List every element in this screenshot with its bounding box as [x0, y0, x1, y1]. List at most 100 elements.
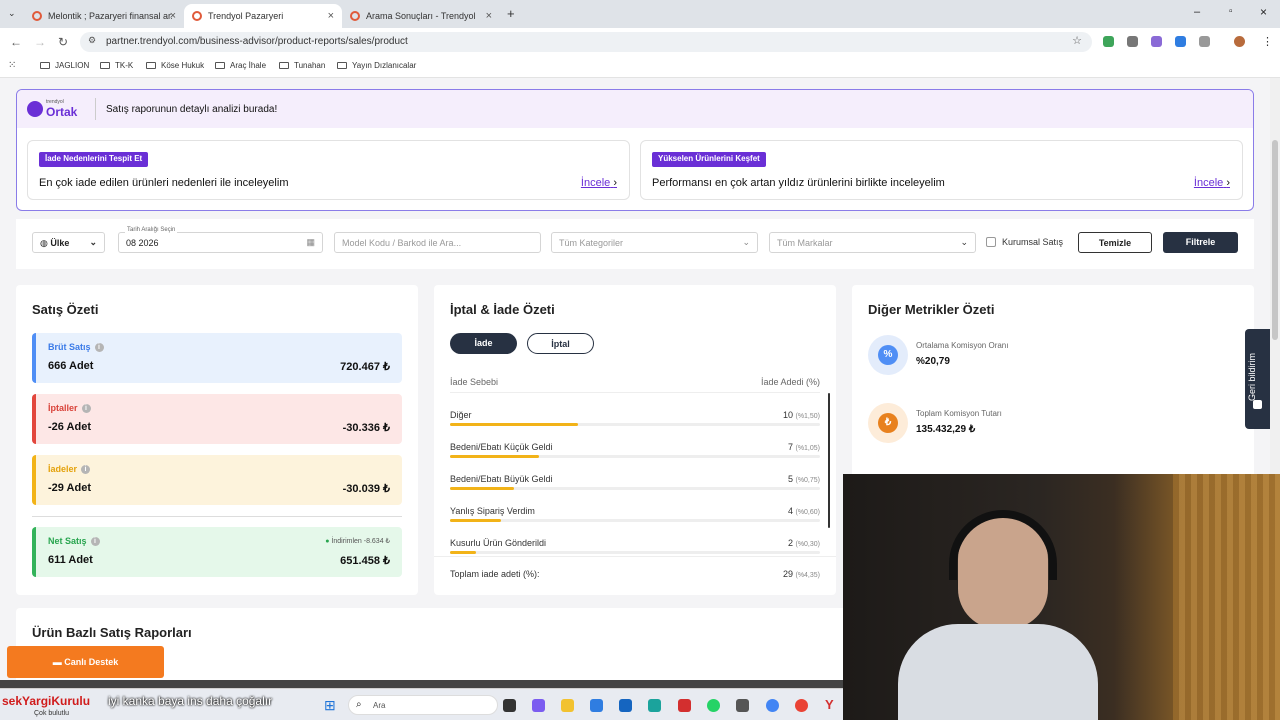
tab-arama-sonuclari[interactable]: Arama Sonuçları - Trendyol × — [342, 4, 500, 28]
extension-icon[interactable] — [1175, 36, 1186, 47]
extension-icon[interactable] — [1127, 36, 1138, 47]
incele-link[interactable]: İncele › — [1194, 177, 1230, 189]
tab-melontik[interactable]: Melontik ; Pazaryeri finansal ar... × — [24, 4, 184, 28]
total-returns-label: Toplam iade adeti (%): — [450, 569, 540, 579]
corporate-sale-label: Kurumsal Satış — [1002, 237, 1064, 247]
chrome-icon[interactable] — [766, 699, 779, 712]
return-reason-label: Yanlış Sipariş Verdim — [450, 506, 535, 516]
weather-text: Çok bulutlu — [34, 710, 70, 717]
model-search-input[interactable]: Model Kodu / Barkod ile Ara... — [334, 232, 541, 253]
card-return-reasons[interactable]: İade Nedenlerini Tespit Et En çok iade e… — [27, 140, 630, 200]
yandex-icon[interactable]: Y — [825, 697, 834, 712]
apps-icon[interactable]: ⁙ — [8, 60, 16, 71]
info-icon[interactable]: i — [81, 404, 91, 414]
bookmark-tunahan[interactable]: Tunahan — [279, 61, 325, 70]
list-scrollbar[interactable] — [828, 393, 830, 528]
brand-select[interactable]: Tüm Markalar ⌄ — [769, 232, 976, 253]
lira-icon: ₺ — [868, 403, 908, 443]
category-select[interactable]: Tüm Kategoriler ⌄ — [551, 232, 758, 253]
live-support-button[interactable]: ▬ Canlı Destek — [7, 646, 164, 678]
bookmark-tkk[interactable]: TK-K — [100, 61, 133, 70]
tab-list-icon[interactable]: ⌄ — [8, 8, 16, 19]
return-reason-label: Bedeni/Ebatı Büyük Geldi — [450, 474, 553, 484]
app-icon[interactable] — [736, 699, 749, 712]
page-scrollbar-thumb[interactable] — [1272, 140, 1278, 340]
maximize-icon[interactable]: ▫ — [1229, 6, 1233, 17]
minimize-icon[interactable]: – — [1194, 6, 1200, 18]
file-explorer-icon[interactable] — [561, 699, 574, 712]
chat-username: sekYargiKurulu — [2, 694, 91, 708]
bookmark-star-icon[interactable]: ☆ — [1072, 34, 1082, 47]
total-returns-value: 29 (%4,35) — [782, 569, 820, 579]
bookmark-kose-hukuk[interactable]: Köse Hukuk — [146, 61, 204, 70]
app-icon[interactable] — [678, 699, 691, 712]
reload-icon[interactable]: ↻ — [58, 35, 68, 49]
country-select[interactable]: ◍ Ülke ⌄ — [32, 232, 105, 253]
info-icon[interactable]: i — [90, 537, 100, 547]
return-reason-bar — [450, 519, 820, 522]
chevron-right-icon: › — [613, 177, 617, 189]
info-icon[interactable]: i — [81, 465, 91, 475]
tab-cancellations[interactable]: İptal — [527, 333, 594, 354]
menu-icon[interactable]: ⋮ — [1262, 35, 1273, 48]
close-tab-icon[interactable]: × — [328, 10, 334, 22]
close-tab-icon[interactable]: × — [486, 10, 492, 22]
favicon-icon — [32, 11, 42, 21]
tab-returns[interactable]: İade — [450, 333, 517, 354]
metric-returns: İadeler i -29 Adet -30.039 ₺ — [32, 455, 402, 505]
close-window-icon[interactable]: × — [1260, 5, 1267, 19]
task-view-icon[interactable] — [503, 699, 516, 712]
info-icon[interactable]: i — [94, 343, 104, 353]
whatsapp-icon[interactable] — [707, 699, 720, 712]
room-wall — [1173, 474, 1280, 720]
clear-button[interactable]: Temizle — [1078, 232, 1152, 253]
return-reason-label: Kusurlu Ürün Gönderildi — [450, 538, 547, 548]
globe-icon: ◍ — [40, 238, 48, 248]
site-info-icon[interactable]: ⚙ — [88, 35, 96, 46]
folder-icon — [279, 62, 289, 69]
edge-icon[interactable] — [648, 699, 661, 712]
back-icon[interactable]: ← — [10, 35, 22, 49]
corporate-sale-checkbox[interactable] — [986, 237, 996, 247]
copilot-icon[interactable] — [532, 699, 545, 712]
extension-icon[interactable] — [1151, 36, 1162, 47]
new-tab-button[interactable]: + — [507, 6, 515, 21]
close-tab-icon[interactable]: × — [170, 10, 176, 22]
favicon-icon — [192, 11, 202, 21]
forward-icon[interactable]: → — [34, 35, 46, 49]
chevron-down-icon: ⌄ — [742, 237, 750, 247]
folder-icon — [100, 62, 110, 69]
date-range-input[interactable]: Tarih Aralığı Seçin 08 2026 ▦ — [118, 227, 323, 253]
divider — [32, 516, 402, 517]
favicon-icon — [350, 11, 360, 21]
tab-trendyol-pazaryeri[interactable]: Trendyol Pazaryeri × — [184, 4, 342, 28]
extension-icon[interactable] — [1103, 36, 1114, 47]
card-text: Performansı en çok artan yıldız ürünleri… — [652, 177, 945, 189]
bookmark-jaglion[interactable]: JAGLION — [40, 61, 89, 70]
profile-avatar[interactable] — [1234, 36, 1245, 47]
metric-cancellations: İptaller i -26 Adet -30.336 ₺ — [32, 394, 402, 444]
trendyol-ortak-logo: trendyol Ortak — [27, 99, 91, 119]
folder-icon — [40, 62, 50, 69]
extensions-puzzle-icon[interactable] — [1199, 36, 1210, 47]
bookmarks-bar: ⁙ JAGLION TK-K Köse Hukuk Araç İhale Tun… — [0, 56, 1280, 78]
windows-start-icon[interactable]: ⊞ — [324, 697, 336, 714]
return-reason-bar — [450, 487, 820, 490]
feedback-icon — [1253, 400, 1262, 409]
feedback-button[interactable]: Geri bildirim — [1245, 329, 1270, 429]
url-input[interactable]: ⚙ partner.trendyol.com/business-advisor/… — [80, 32, 1092, 52]
return-reason-label: Diğer — [450, 410, 472, 420]
taskbar-search[interactable]: ⌕ Ara — [348, 695, 498, 715]
col-header-reason: İade Sebebi — [450, 377, 499, 387]
bookmark-yayin[interactable]: Yayın Dızlanıcalar — [337, 61, 416, 70]
divider — [434, 556, 836, 557]
bookmark-arac-ihale[interactable]: Araç İhale — [215, 61, 266, 70]
return-reason-value: 7 (%1,05) — [787, 442, 820, 452]
incele-link[interactable]: İncele › — [581, 177, 617, 189]
store-icon[interactable] — [590, 699, 603, 712]
filter-button[interactable]: Filtrele — [1163, 232, 1238, 253]
windows-taskbar: sekYargiKurulu iyi kanka baya ins daha ç… — [0, 688, 843, 720]
card-rising-products[interactable]: Yükselen Ürünlerini Keşfet Performansı e… — [640, 140, 1243, 200]
outlook-icon[interactable] — [619, 699, 632, 712]
chrome-icon[interactable] — [795, 699, 808, 712]
